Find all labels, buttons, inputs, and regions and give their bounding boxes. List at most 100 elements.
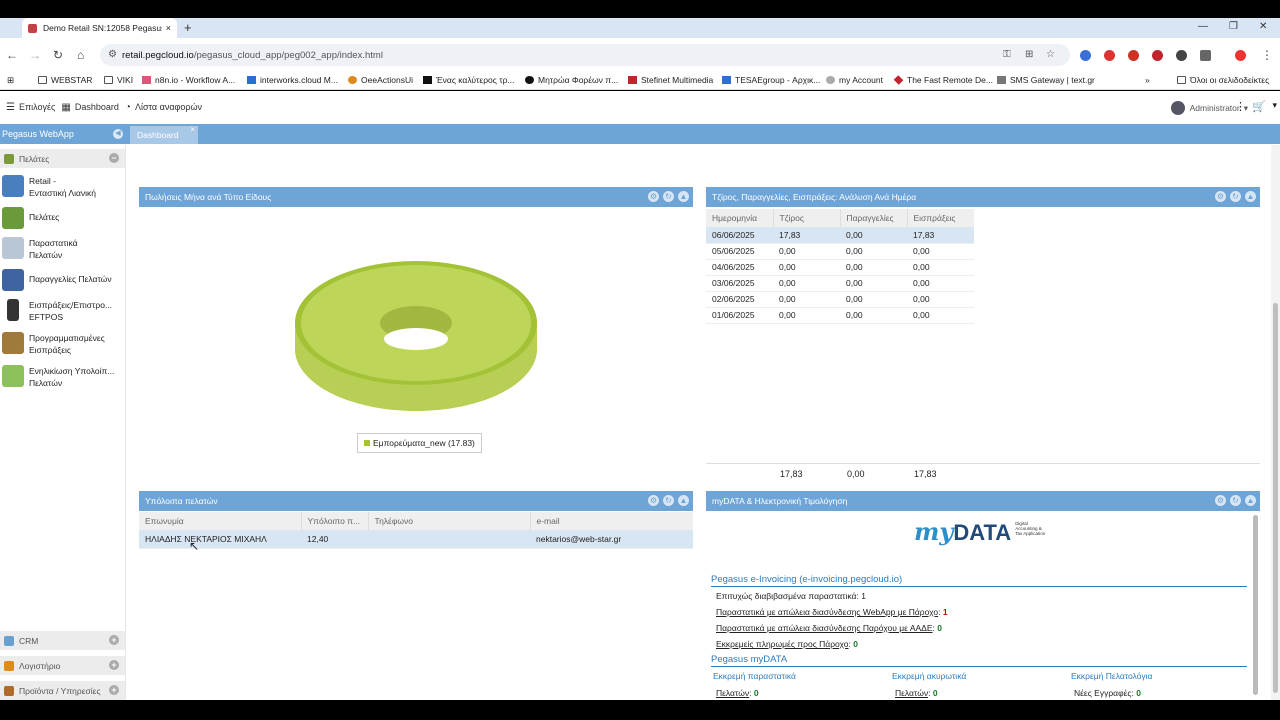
password-key-icon[interactable]: ⚿ xyxy=(1003,49,1011,60)
bookmark-5[interactable]: Ένας καλύτερος τρ... xyxy=(423,75,515,85)
site-info-icon[interactable]: ⚙ xyxy=(108,49,117,60)
minimize-icon[interactable]: — xyxy=(1198,21,1208,32)
collapse-icon[interactable]: ▲ xyxy=(1245,191,1256,202)
expand-section-icon[interactable]: + xyxy=(109,660,119,670)
bookmark-2[interactable]: n8n.io - Workflow A... xyxy=(142,75,235,85)
sidebar-item-receipts[interactable]: Εισπράξεις/Επιστρο... EFTPOS xyxy=(0,299,125,323)
bookmark-star-icon[interactable]: ☆ xyxy=(1046,49,1055,60)
sidebar-section-accounting[interactable]: Λογιστήριο + xyxy=(0,656,125,675)
sidebar-section-customers[interactable]: Πελάτες − xyxy=(0,149,125,168)
all-bookmarks[interactable]: Όλοι οι σελιδοδείκτες xyxy=(1177,75,1269,85)
column-header[interactable]: Παραγγελίες xyxy=(840,209,908,227)
install-app-icon[interactable]: ⊞ xyxy=(1025,49,1033,60)
tab-dashboard[interactable]: Dashboard × xyxy=(130,125,198,144)
settings-icon[interactable]: ⚙ xyxy=(1215,495,1226,506)
column-header[interactable]: Ημερομηνία xyxy=(706,209,774,227)
collapse-icon[interactable]: ▲ xyxy=(678,191,689,202)
browser-menu-icon[interactable]: ⋮ xyxy=(1261,48,1273,62)
expand-section-icon[interactable]: + xyxy=(109,685,119,695)
bookmark-11[interactable]: SMS Gateway | text.gr xyxy=(997,75,1095,85)
expand-icon[interactable]: ▾ xyxy=(1272,100,1277,111)
pending-cancellations-customers[interactable]: Πελατών: 0 xyxy=(895,688,938,698)
cart-icon[interactable]: 🛒 xyxy=(1252,100,1266,113)
bookmark-8[interactable]: TESAEgroup - Αρχικ... xyxy=(722,75,820,85)
sidebar-item-customers[interactable]: Πελάτες xyxy=(0,207,125,229)
bookmark-1[interactable]: VIKI xyxy=(104,75,133,85)
window-close-icon[interactable]: ✕ xyxy=(1259,21,1267,32)
extension-circle-icon[interactable] xyxy=(1176,50,1187,61)
refresh-icon[interactable]: ↻ xyxy=(663,495,674,506)
tab-close-icon[interactable]: × xyxy=(166,23,171,33)
table-row[interactable]: 02/06/2025 0,00 0,00 0,00 xyxy=(706,291,974,308)
dashboard-menu[interactable]: ▦ Dashboard xyxy=(61,102,118,113)
table-row[interactable]: 04/06/2025 0,00 0,00 0,00 xyxy=(706,259,974,276)
bookmark-0[interactable]: WEBSTAR xyxy=(38,75,92,85)
settings-icon[interactable]: ⚙ xyxy=(648,495,659,506)
tab-close-icon[interactable]: × xyxy=(190,121,195,139)
sidebar-item-documents[interactable]: Παραστατικά Πελατών xyxy=(0,237,125,261)
bookmarks-more-button[interactable]: » xyxy=(1145,75,1150,85)
column-header[interactable]: e-mail xyxy=(530,512,693,530)
address-bar[interactable]: ⚙ retail.pegcloud.io/pegasus_cloud_app/p… xyxy=(100,44,1070,66)
refresh-icon[interactable]: ↻ xyxy=(1230,191,1241,202)
column-header[interactable]: Τζίρος xyxy=(773,209,841,227)
maximize-icon[interactable]: ❐ xyxy=(1229,21,1238,32)
extension-translate-icon[interactable] xyxy=(1080,50,1091,61)
collapse-icon[interactable]: ▲ xyxy=(678,495,689,506)
sidebar-section-products[interactable]: Προϊόντα / Υπηρεσίες + xyxy=(0,681,125,700)
sidebar-item-aging[interactable]: Ενηλικίωση Υπολοίπ... Πελατών xyxy=(0,365,125,389)
table-row[interactable]: 03/06/2025 0,00 0,00 0,00 xyxy=(706,275,974,292)
column-header[interactable]: Υπόλοιπο π... xyxy=(301,512,369,530)
einvoicing-payments-line[interactable]: Εκκρεμείς πληρωμές προς Πάροχο: 0 xyxy=(716,639,858,649)
extension-pokeball-icon[interactable] xyxy=(1128,50,1139,61)
reload-icon[interactable]: ↻ xyxy=(53,48,63,62)
back-icon[interactable]: ← xyxy=(6,48,18,62)
sidebar-item-retail[interactable]: Retail - Ενταστική Λιανική xyxy=(0,175,125,199)
chart-legend[interactable]: Εμπορεύματα_new (17.83) xyxy=(357,433,482,453)
sidebar-item-scheduled-receipts[interactable]: Προγραμματισμένες Εισπράξεις xyxy=(0,332,125,356)
extension-mail-icon[interactable] xyxy=(1104,50,1115,61)
bookmark-6[interactable]: Μητρώα Φορέων π... xyxy=(525,75,618,85)
einvoicing-webapp-loss-line[interactable]: Παραστατικά με απώλεια διασύνδεσης WebAp… xyxy=(716,607,948,617)
pie-slice-0[interactable] xyxy=(295,261,537,411)
mydata-scrollbar[interactable] xyxy=(1253,515,1258,695)
table-row[interactable]: 05/06/2025 0,00 0,00 0,00 xyxy=(706,243,974,260)
expand-section-icon[interactable]: + xyxy=(109,635,119,645)
collapse-section-icon[interactable]: − xyxy=(109,153,119,163)
home-icon[interactable]: ⌂ xyxy=(77,48,84,62)
einvoicing-heading[interactable]: Pegasus e-Invoicing (e-invoicing.pegclou… xyxy=(711,574,1247,587)
bookmark-3[interactable]: interworks.cloud M... xyxy=(247,75,338,85)
page-scrollbar[interactable] xyxy=(1271,145,1280,700)
column-header[interactable]: Εισπράξεις xyxy=(907,209,974,227)
reports-menu[interactable]: ◔ Λίστα αναφορών xyxy=(125,102,202,113)
extensions-puzzle-icon[interactable] xyxy=(1200,50,1211,61)
options-menu[interactable]: ☰ Επιλογές xyxy=(6,102,55,113)
einvoicing-aade-loss-line[interactable]: Παραστατικά με απώλεια διασύνδεσης Παρόχ… xyxy=(716,623,942,633)
table-row[interactable]: ΗΛΙΑΔΗΣ ΝΕΚΤΑΡΙΟΣ ΜΙΧΑΗΛ 12,40 nektarios… xyxy=(139,530,693,549)
bookmark-4[interactable]: OeeActionsUi xyxy=(348,75,413,85)
refresh-icon[interactable]: ↻ xyxy=(1230,495,1241,506)
settings-icon[interactable]: ⚙ xyxy=(1215,191,1226,202)
scrollbar-thumb[interactable] xyxy=(1273,303,1278,693)
extension-9-icon[interactable] xyxy=(1152,50,1163,61)
bookmark-10[interactable]: The Fast Remote De... xyxy=(893,75,993,85)
sidebar-section-crm[interactable]: CRM + xyxy=(0,631,125,650)
column-header[interactable]: Τηλέφωνο xyxy=(368,512,531,530)
browser-tab[interactable]: Demo Retail SN:12058 Pegasus × xyxy=(22,18,177,38)
forward-icon[interactable]: → xyxy=(29,48,41,62)
collapse-icon[interactable]: ▲ xyxy=(1245,495,1256,506)
sidebar-item-orders[interactable]: Παραγγελίες Πελατών xyxy=(0,269,125,291)
apps-grid-icon[interactable]: ⊞ xyxy=(7,75,14,86)
column-header[interactable]: Επωνυμία xyxy=(139,512,302,530)
bookmark-9[interactable]: my Account xyxy=(826,75,883,85)
refresh-icon[interactable]: ↻ xyxy=(663,191,674,202)
table-row[interactable]: 01/06/2025 0,00 0,00 0,00 xyxy=(706,307,974,324)
pending-documents-customers[interactable]: Πελατών: 0 xyxy=(716,688,759,698)
new-tab-button[interactable]: + xyxy=(184,20,192,35)
more-vertical-icon[interactable]: ⋮ xyxy=(1235,100,1246,113)
profile-icon[interactable] xyxy=(1235,50,1246,61)
bookmark-7[interactable]: Stefinet Multimedia xyxy=(628,75,713,85)
settings-icon[interactable]: ⚙ xyxy=(648,191,659,202)
table-row[interactable]: 06/06/2025 17,83 0,00 17,83 xyxy=(706,227,974,244)
collapse-sidebar-icon[interactable]: ◀ xyxy=(113,129,123,139)
